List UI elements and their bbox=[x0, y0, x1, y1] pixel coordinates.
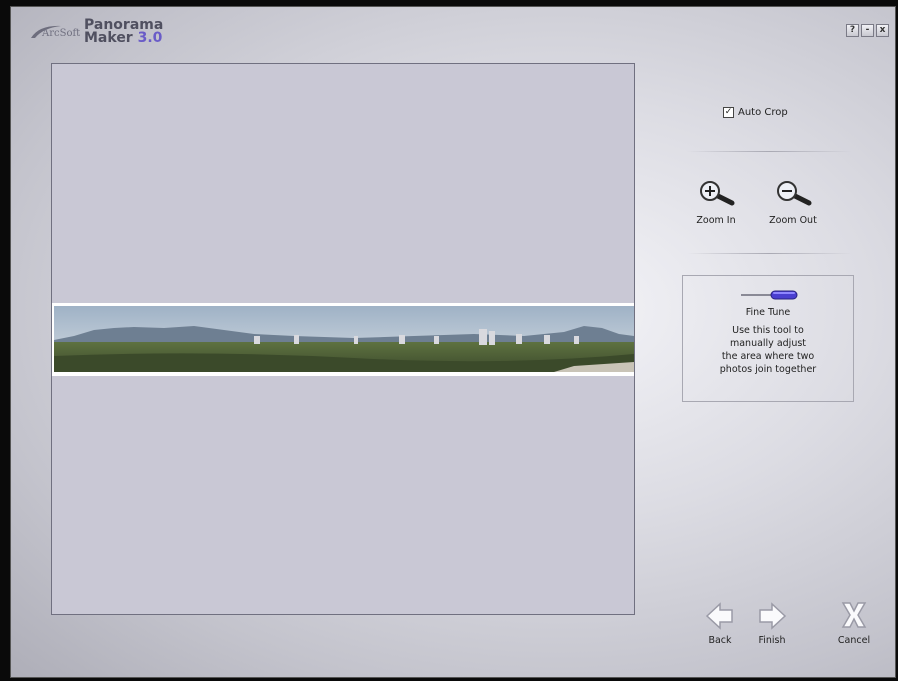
zoom-out-label: Zoom Out bbox=[769, 215, 817, 226]
zoom-in-button[interactable]: Zoom In bbox=[686, 179, 746, 226]
divider bbox=[687, 253, 852, 254]
back-button[interactable]: Back bbox=[695, 602, 745, 646]
close-button[interactable]: x bbox=[876, 24, 889, 37]
cancel-x-icon bbox=[841, 602, 867, 628]
back-arrow-icon bbox=[705, 602, 733, 630]
fine-tune-title: Fine Tune bbox=[745, 307, 791, 318]
app-window: ArcSoft Panorama Maker 3.0 ? - x ✓ Auto … bbox=[10, 6, 896, 678]
zoom-in-label: Zoom In bbox=[696, 215, 736, 226]
cancel-label: Cancel bbox=[837, 635, 871, 646]
auto-crop-checkbox[interactable]: ✓ bbox=[723, 107, 734, 118]
product-title: Panorama Maker 3.0 bbox=[84, 18, 163, 46]
window-controls: ? - x bbox=[846, 24, 889, 37]
help-button[interactable]: ? bbox=[846, 24, 859, 37]
auto-crop-label: Auto Crop bbox=[738, 107, 788, 118]
fine-tune-description: Use this tool to manually adjust the are… bbox=[687, 324, 849, 376]
fine-tune-desc-line: the area where two bbox=[721, 351, 815, 362]
minimize-button[interactable]: - bbox=[861, 24, 874, 37]
fine-tune-desc-line: manually adjust bbox=[729, 338, 807, 349]
zoom-in-icon bbox=[700, 181, 735, 206]
finish-label: Finish bbox=[758, 635, 786, 646]
fine-tune-screwdriver-icon bbox=[741, 290, 798, 300]
finish-arrow-icon bbox=[759, 602, 787, 630]
finish-button[interactable]: Finish bbox=[747, 602, 797, 646]
fine-tune-desc-line: Use this tool to bbox=[732, 325, 804, 336]
auto-crop-option[interactable]: ✓ Auto Crop bbox=[723, 107, 788, 118]
fine-tune-desc-line: photos join together bbox=[719, 364, 817, 375]
panorama-image bbox=[52, 303, 634, 376]
brand-label: ArcSoft bbox=[42, 28, 81, 39]
fine-tune-panel[interactable]: Fine Tune Use this tool to manually adju… bbox=[682, 275, 854, 402]
product-maker: Maker bbox=[84, 30, 133, 46]
cancel-button[interactable]: Cancel bbox=[829, 600, 879, 646]
zoom-out-button[interactable]: Zoom Out bbox=[763, 179, 823, 226]
back-label: Back bbox=[708, 635, 732, 646]
preview-canvas[interactable] bbox=[51, 63, 635, 615]
product-version: 3.0 bbox=[137, 30, 163, 46]
divider bbox=[687, 151, 852, 152]
zoom-out-icon bbox=[777, 181, 812, 206]
